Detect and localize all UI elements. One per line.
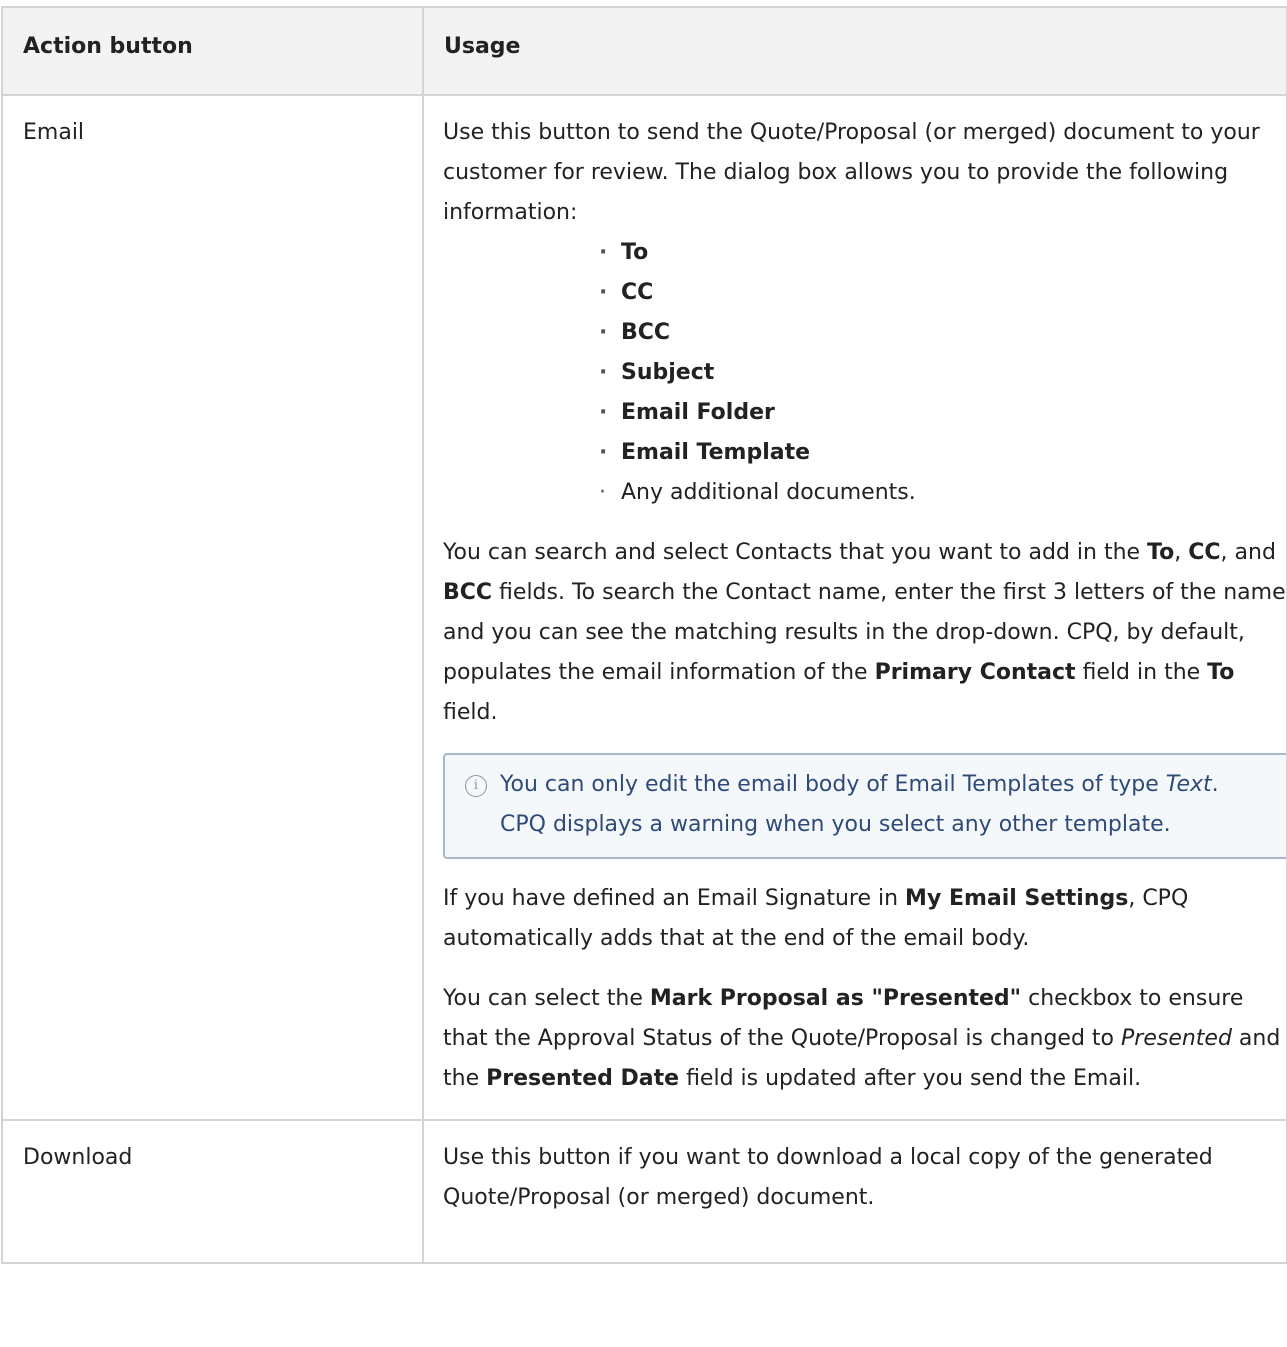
usage-cell-download: Use this button if you want to download …	[422, 1119, 1287, 1264]
to-field-label: To	[1207, 660, 1235, 685]
list-item: CC	[599, 273, 1286, 313]
list-item: Any additional documents.	[599, 473, 1286, 513]
primary-contact-label: Primary Contact	[874, 660, 1076, 685]
cc-field-label: CC	[1188, 540, 1221, 565]
header-usage: Usage	[422, 6, 1287, 96]
info-note: i You can only edit the email body of Em…	[443, 753, 1287, 859]
table-row-email: Email Use this button to send the Quote/…	[1, 94, 1287, 1121]
email-options-list: To CC BCC Subject Email Folder Email Tem…	[443, 233, 1286, 513]
table-row-download: Download Use this button if you want to …	[1, 1119, 1287, 1264]
list-item: To	[599, 233, 1286, 273]
table-header-row: Action button Usage	[1, 6, 1287, 96]
action-cell-email: Email	[1, 94, 424, 1121]
email-intro: Use this button to send the Quote/Propos…	[443, 120, 1260, 225]
presented-date-label: Presented Date	[486, 1066, 680, 1091]
list-item: Email Template	[599, 433, 1286, 473]
list-item: BCC	[599, 313, 1286, 353]
email-search-paragraph: You can search and select Contacts that …	[443, 540, 1286, 725]
to-field-label: To	[1147, 540, 1175, 565]
usage-cell-email: Use this button to send the Quote/Propos…	[422, 94, 1287, 1121]
info-icon: i	[465, 775, 487, 797]
action-cell-download: Download	[1, 1119, 424, 1264]
info-note-text: You can only edit the email body of Emai…	[500, 772, 1219, 837]
list-item: Subject	[599, 353, 1286, 393]
header-action-button: Action button	[1, 6, 424, 96]
email-signature-paragraph: If you have defined an Email Signature i…	[443, 886, 1189, 951]
mark-presented-paragraph: You can select the Mark Proposal as "Pre…	[443, 986, 1281, 1091]
bcc-field-label: BCC	[443, 580, 493, 605]
list-item: Email Folder	[599, 393, 1286, 433]
mark-presented-checkbox-label: Mark Proposal as "Presented"	[649, 986, 1022, 1011]
my-email-settings-label: My Email Settings	[905, 886, 1129, 911]
action-button-table: Action button Usage Email Use this butto…	[1, 6, 1287, 1264]
